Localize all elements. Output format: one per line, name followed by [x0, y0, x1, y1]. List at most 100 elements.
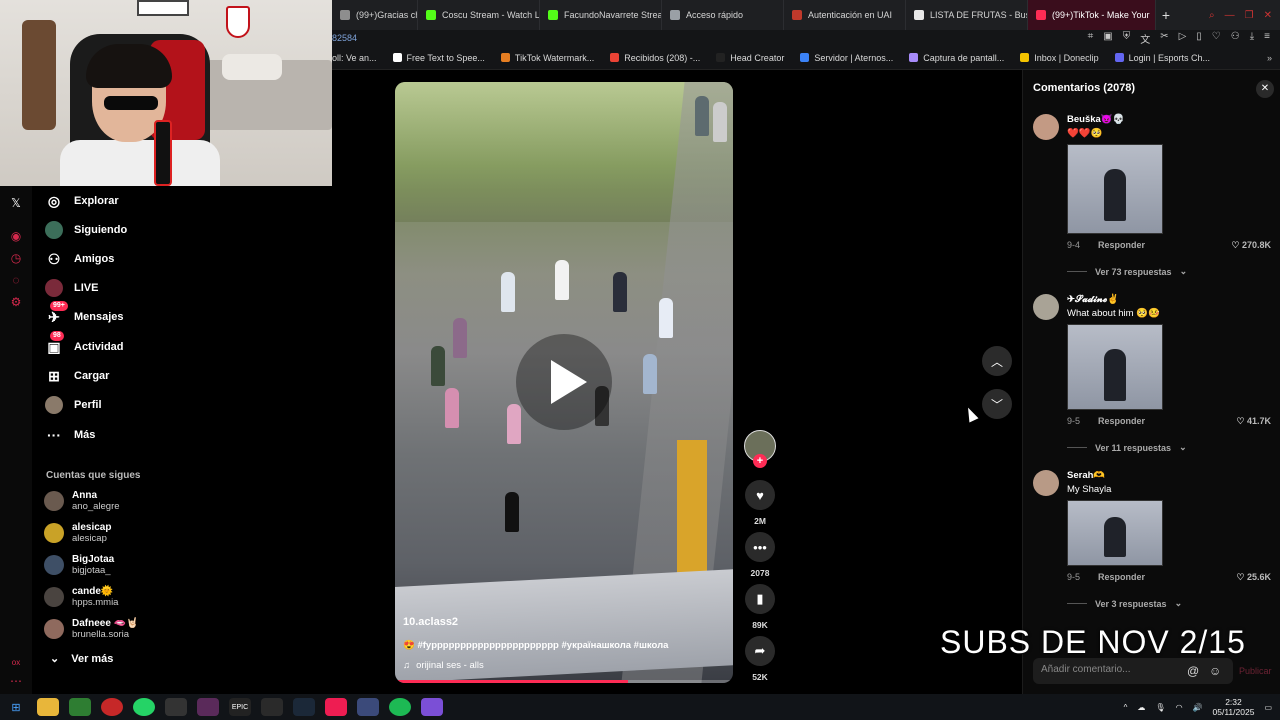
app-icon[interactable] — [165, 698, 187, 716]
settings-icon[interactable]: ⚙ — [9, 295, 23, 309]
follow-plus-icon[interactable]: + — [753, 454, 767, 468]
browser-tab[interactable]: Autenticación en UAI — [784, 0, 906, 30]
save-button[interactable]: ▮ — [745, 584, 775, 614]
next-video-button[interactable]: ﹀ — [982, 389, 1012, 419]
video-sound[interactable]: ♫ orijinal ses - alls — [403, 660, 484, 671]
screenshot-icon[interactable]: ▣ — [1103, 31, 1112, 46]
previous-video-button[interactable]: ︿ — [982, 346, 1012, 376]
reply-button[interactable]: Responder — [1098, 572, 1145, 582]
comment-author[interactable]: Beuška😈💀 — [1067, 114, 1124, 125]
x-close-icon[interactable]: 𝕏 — [9, 196, 23, 210]
comment-like-button[interactable]: ♡ 41.7K — [1236, 416, 1271, 427]
emoji-icon[interactable]: ☺ — [1209, 664, 1221, 678]
following-account[interactable]: cande🌞 hpps.mmia — [44, 586, 118, 608]
epic-games-icon[interactable]: EPIC — [229, 698, 251, 716]
strip-dots-icon[interactable]: ⋯ — [9, 674, 23, 688]
comment-author[interactable]: Serah🫶 — [1067, 470, 1105, 481]
sidebar-icon[interactable]: ▯ — [1196, 31, 1202, 46]
address-bar[interactable]: 82584 ⌗ ▣ ⛨ 文 ✂ ▷ ▯ ♡ ⚇ ⤓ ≡ — [332, 30, 1280, 46]
file-explorer-icon[interactable] — [37, 698, 59, 716]
whatsapp-icon[interactable] — [133, 698, 155, 716]
bookmark[interactable]: Login | Esports Ch... — [1114, 53, 1210, 63]
chevron-up-icon[interactable]: ^ — [1124, 703, 1128, 712]
comment-image[interactable] — [1067, 144, 1163, 234]
reply-button[interactable]: Responder — [1098, 416, 1145, 426]
bookmark[interactable]: Inbox | Doneclip — [1020, 53, 1099, 63]
see-more-button[interactable]: ⌄ Ver más — [50, 652, 113, 666]
share-button[interactable]: ➦ — [745, 636, 775, 666]
avatar[interactable] — [1033, 470, 1059, 496]
video-author[interactable]: 10.aclass2 — [403, 616, 458, 628]
bookmark[interactable]: Recibidos (208) -... — [610, 53, 700, 63]
search-tabs-icon[interactable]: ⌕ — [1209, 10, 1215, 21]
settings-icon[interactable] — [357, 698, 379, 716]
bookmark[interactable]: Servidor | Aternos... — [800, 53, 893, 63]
clock[interactable]: 2:32 05/11/2025 — [1213, 697, 1255, 717]
app-icon[interactable] — [261, 698, 283, 716]
browser-tab-active[interactable]: (99+)TikTok - Make Your — [1028, 0, 1156, 30]
comment-button[interactable]: ••• — [745, 532, 775, 562]
play-icon[interactable]: ▷ — [1179, 31, 1187, 46]
avatar[interactable] — [1033, 294, 1059, 320]
spotify-icon[interactable] — [389, 698, 411, 716]
bookmark[interactable]: oll: Ve an... — [332, 53, 377, 63]
bookmarks-overflow-icon[interactable]: » — [1267, 53, 1280, 63]
browser-tab[interactable]: LISTA DE FRUTAS - Bus — [906, 0, 1028, 30]
view-replies-button[interactable]: Ver 3 respuestas ⌄ — [1067, 598, 1182, 609]
nav-perfil[interactable]: Perfil — [44, 392, 102, 418]
new-tab-button[interactable]: + — [1156, 7, 1176, 23]
bookmark[interactable]: Head Creator — [716, 53, 784, 63]
nav-explorar[interactable]: ◎ Explorar — [44, 188, 119, 214]
following-account[interactable]: BigJotaa bigjotaa_ — [44, 554, 114, 576]
heart-icon[interactable]: ♡ — [1212, 31, 1221, 46]
bookmark[interactable]: TikTok Watermark... — [500, 53, 594, 63]
view-replies-button[interactable]: Ver 11 respuestas ⌄ — [1067, 442, 1187, 453]
following-account[interactable]: alesicap alesicap — [44, 522, 111, 544]
like-button[interactable]: ♥ — [745, 480, 775, 510]
nav-mas[interactable]: ··· Más — [44, 422, 95, 448]
nav-actividad[interactable]: ▣ 98 Actividad — [44, 331, 124, 360]
download-icon[interactable]: ⤓ — [1250, 31, 1254, 46]
comment-like-button[interactable]: ♡ 270.8K — [1231, 240, 1271, 251]
nav-mensajes[interactable]: ✈ 99+ Mensajes — [44, 301, 124, 330]
profile-icon[interactable]: ⚇ — [1231, 31, 1240, 46]
browser-tab[interactable]: Coscu Stream - Watch L — [418, 0, 540, 30]
browser-tab[interactable]: FacundoNavarrete Strea — [540, 0, 662, 30]
play-button[interactable] — [516, 334, 612, 430]
url-text[interactable]: 82584 — [332, 33, 357, 43]
reply-button[interactable]: Responder — [1098, 240, 1145, 250]
bookmark[interactable]: Free Text to Spee... — [392, 53, 485, 63]
browser-tab[interactable]: (99+)Gracias chicos — [332, 0, 418, 30]
avatar[interactable] — [1033, 114, 1059, 140]
comment-image[interactable] — [1067, 324, 1163, 410]
tools-icon[interactable]: ✂ — [1160, 31, 1168, 46]
history-icon[interactable]: ◷ — [9, 251, 23, 265]
publish-button[interactable]: Publicar — [1239, 666, 1272, 676]
nav-amigos[interactable]: ⚇ Amigos — [44, 246, 115, 272]
volume-icon[interactable]: 🔊 — [1193, 703, 1203, 712]
comment-author[interactable]: ✈𝓢𝓪𝓭𝓲𝓷𝓮✌ — [1067, 294, 1119, 305]
maximize-icon[interactable]: ❐ — [1245, 10, 1254, 21]
mention-icon[interactable]: @ — [1187, 664, 1199, 678]
nav-live[interactable]: LIVE — [44, 275, 98, 301]
active-app-icon[interactable] — [197, 698, 219, 716]
wifi-icon[interactable]: ◠ — [1176, 703, 1183, 712]
chat-icon[interactable]: ◌ — [9, 273, 23, 287]
network-icon[interactable]: ☁ — [1137, 703, 1145, 712]
comment-input[interactable]: Añadir comentario... — [1033, 658, 1233, 684]
following-account[interactable]: Dafneee 🫦🤘🏻 brunella.soria — [44, 618, 139, 640]
strip-bottom-icon[interactable]: ox — [9, 656, 23, 670]
menu-icon[interactable]: ≡ — [1264, 31, 1270, 46]
browser-icon[interactable] — [101, 698, 123, 716]
mic-icon[interactable]: 🎙 — [1155, 703, 1165, 712]
start-icon[interactable]: ⊞ — [5, 698, 27, 716]
close-window-icon[interactable]: ✕ — [1264, 10, 1272, 21]
record-icon[interactable]: ◉ — [9, 229, 23, 243]
discord-icon[interactable] — [421, 698, 443, 716]
view-replies-button[interactable]: Ver 73 respuestas ⌄ — [1067, 266, 1187, 277]
comment-like-button[interactable]: ♡ 25.6K — [1236, 572, 1271, 583]
tiktok-icon[interactable] — [325, 698, 347, 716]
store-icon[interactable] — [69, 698, 91, 716]
minimize-icon[interactable]: — — [1225, 10, 1235, 21]
translate-icon[interactable]: 文 — [1140, 31, 1150, 46]
